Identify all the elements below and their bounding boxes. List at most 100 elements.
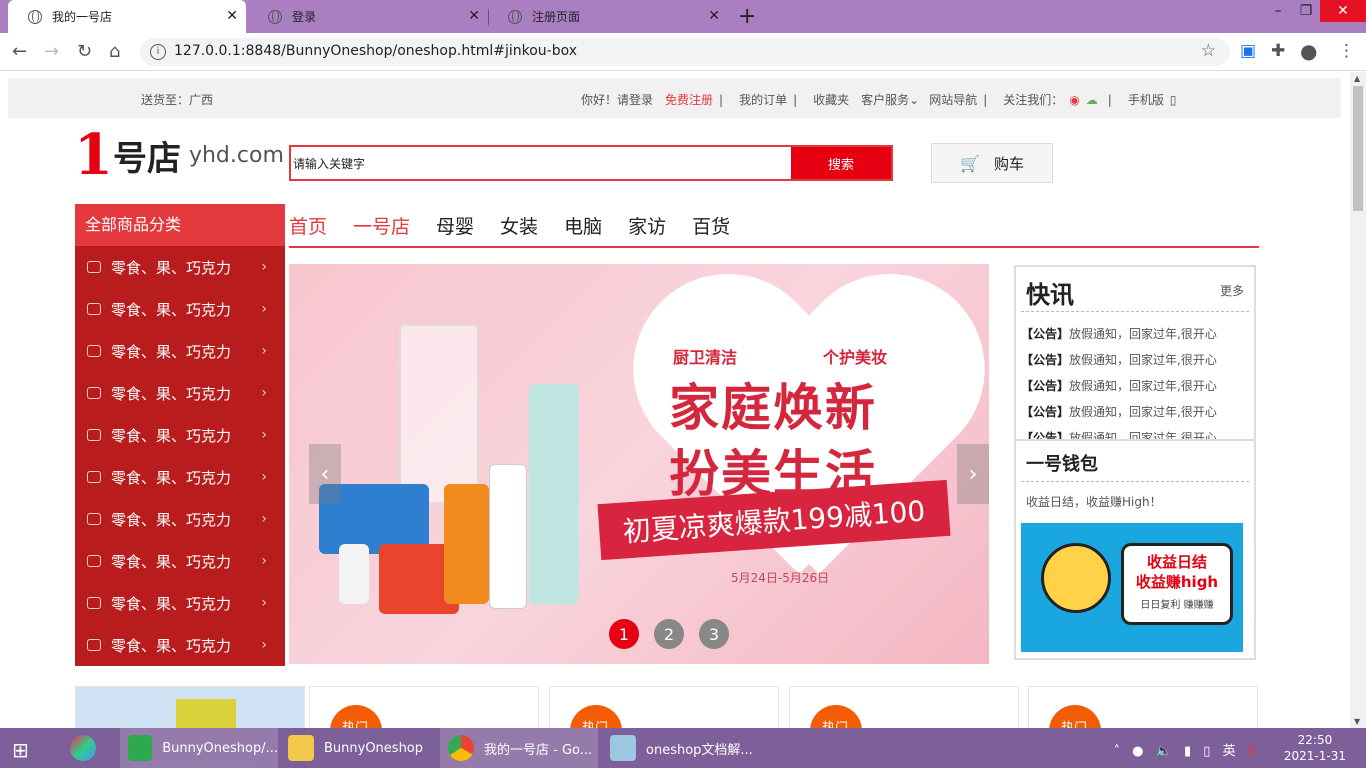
bookmark-star-icon[interactable]: ☆ bbox=[1201, 41, 1216, 61]
close-tab-icon[interactable]: ✕ bbox=[708, 8, 720, 24]
new-tab-button[interactable]: + bbox=[738, 4, 756, 29]
wechat-icon[interactable]: ☁ bbox=[1086, 93, 1098, 107]
forward-icon[interactable]: → bbox=[44, 41, 59, 62]
news-more-link[interactable]: 更多 bbox=[1220, 282, 1244, 299]
taskbar-app[interactable] bbox=[62, 728, 112, 768]
qq-icon[interactable]: ● bbox=[1132, 744, 1143, 759]
nav-home-visit[interactable]: 家访 bbox=[628, 212, 666, 239]
windows-start-icon[interactable]: ⊞ bbox=[12, 738, 29, 762]
scrollbar-thumb[interactable] bbox=[1353, 86, 1363, 211]
page-scrollbar[interactable]: ▲ ▼ bbox=[1350, 72, 1366, 728]
news-item[interactable]: 【公告】放假通知，回家过年,很开心 bbox=[1021, 373, 1251, 399]
taskbar-hbuilder[interactable]: BunnyOneshop/... bbox=[120, 728, 278, 768]
search-button[interactable]: 搜索 bbox=[791, 147, 891, 179]
service-link[interactable]: 客户服务 bbox=[861, 91, 909, 108]
carousel-next-button[interactable]: › bbox=[957, 444, 989, 504]
carousel-prev-button[interactable]: ‹ bbox=[309, 444, 341, 504]
clock-date: 2021-1-31 bbox=[1283, 749, 1346, 763]
category-label: 零食、果、巧克力 bbox=[111, 510, 232, 529]
carousel-dot[interactable]: 3 bbox=[699, 619, 729, 649]
category-item[interactable]: 零食、果、巧克力 › bbox=[75, 246, 285, 288]
profile-icon[interactable]: ● bbox=[1300, 39, 1317, 63]
hbuilder-icon bbox=[128, 735, 153, 761]
scroll-down-icon[interactable]: ▼ bbox=[1354, 717, 1360, 726]
category-item[interactable]: 零食、果、巧克力 › bbox=[75, 582, 285, 624]
network-icon[interactable]: ▮ bbox=[1184, 744, 1191, 759]
carousel-dot[interactable]: 2 bbox=[654, 619, 684, 649]
ship-to[interactable]: 送货至：广西 bbox=[141, 91, 213, 108]
ime-icon[interactable]: ▯ bbox=[1203, 744, 1210, 759]
news-item[interactable]: 【公告】放假通知，回家过年,很开心 bbox=[1021, 425, 1251, 439]
category-item[interactable]: 零食、果、巧克力 › bbox=[75, 414, 285, 456]
news-item[interactable]: 【公告】放假通知，回家过年,很开心 bbox=[1021, 321, 1251, 347]
product-card[interactable]: 热门 bbox=[1028, 686, 1258, 728]
nav-women[interactable]: 女装 bbox=[500, 212, 538, 239]
site-logo[interactable]: 1 号店 yhd.com bbox=[74, 119, 284, 191]
nav-yhd[interactable]: 一号店 bbox=[353, 212, 410, 239]
nav-baby[interactable]: 母婴 bbox=[436, 212, 474, 239]
product-image bbox=[176, 699, 236, 728]
register-link[interactable]: 免费注册 bbox=[665, 91, 713, 108]
tab-my-yhd[interactable]: 我的一号店 ✕ bbox=[8, 0, 246, 33]
nav-home[interactable]: 首页 bbox=[289, 212, 327, 239]
category-item[interactable]: 零食、果、巧克力 › bbox=[75, 498, 285, 540]
wallet-promo-image[interactable]: 收益日结 收益赚high 日日复利 赚赚赚 bbox=[1021, 523, 1243, 652]
address-bar[interactable]: i 127.0.0.1:8848/BunnyOneshop/oneshop.ht… bbox=[140, 38, 1230, 66]
close-window-button[interactable]: ✕ bbox=[1320, 0, 1366, 22]
minimize-button[interactable]: – bbox=[1264, 0, 1292, 22]
category-item[interactable]: 零食、果、巧克力 › bbox=[75, 540, 285, 582]
puzzle-icon[interactable]: ✚ bbox=[1271, 41, 1285, 61]
nav-computer[interactable]: 电脑 bbox=[564, 212, 602, 239]
ime-lang[interactable]: 英 bbox=[1223, 744, 1236, 759]
category-item[interactable]: 零食、果、巧克力 › bbox=[75, 372, 285, 414]
tab-login[interactable]: 登录 ✕ bbox=[248, 0, 488, 33]
category-header[interactable]: 全部商品分类 bbox=[75, 204, 285, 246]
news-item[interactable]: 【公告】放假通知，回家过年,很开心 bbox=[1021, 347, 1251, 373]
chevron-right-icon: › bbox=[261, 469, 267, 485]
product-card[interactable]: 热门 bbox=[309, 686, 539, 728]
banner-carousel[interactable]: 厨卫清洁 个护美妆 家庭焕新 扮美生活 初夏凉爽爆款199减100 5月24日-… bbox=[289, 264, 989, 664]
close-tab-icon[interactable]: ✕ bbox=[468, 8, 480, 24]
search-input[interactable] bbox=[291, 147, 791, 179]
taskbar-folder[interactable]: BunnyOneshop bbox=[280, 728, 438, 768]
restore-button[interactable]: ❐ bbox=[1292, 0, 1320, 22]
wallet-img-line3: 日日复利 赚赚赚 bbox=[1140, 600, 1214, 611]
product-card[interactable]: 热门 bbox=[549, 686, 779, 728]
weibo-icon[interactable]: ◉ bbox=[1069, 93, 1079, 107]
product-card[interactable] bbox=[75, 686, 305, 728]
site-info-icon[interactable]: i bbox=[150, 44, 166, 60]
sogou-icon[interactable]: S bbox=[1248, 744, 1256, 759]
chevron-right-icon: › bbox=[261, 385, 267, 401]
nav-general[interactable]: 百货 bbox=[692, 212, 730, 239]
product-illustration bbox=[319, 324, 589, 614]
category-item[interactable]: 零食、果、巧克力 › bbox=[75, 288, 285, 330]
orders-link[interactable]: 我的订单 bbox=[739, 91, 787, 108]
home-icon[interactable]: ⌂ bbox=[109, 41, 120, 62]
category-item[interactable]: 零食、果、巧克力 › bbox=[75, 624, 285, 666]
mobile-link[interactable]: 手机版 bbox=[1128, 91, 1164, 108]
news-item[interactable]: 【公告】放假通知，回家过年,很开心 bbox=[1021, 399, 1251, 425]
volume-icon[interactable]: 🔈 bbox=[1156, 744, 1172, 759]
tray-up-icon[interactable]: ˄ bbox=[1114, 744, 1121, 759]
tab-register[interactable]: 注册页面 ✕ bbox=[488, 0, 728, 33]
chevron-right-icon: › bbox=[261, 427, 267, 443]
category-item[interactable]: 零食、果、巧克力 › bbox=[75, 456, 285, 498]
extension-icon[interactable]: ▣ bbox=[1240, 41, 1256, 61]
reload-icon[interactable]: ↻ bbox=[77, 41, 92, 62]
system-clock[interactable]: 22:50 2021-1-31 bbox=[1284, 732, 1346, 764]
back-icon[interactable]: ← bbox=[12, 41, 27, 62]
favorites-link[interactable]: 收藏夹 bbox=[813, 91, 849, 108]
topbar-links: 你好！请登录 免费注册 | 我的订单 | 收藏夹 客户服务 ⌄ 网站导航 | 关… bbox=[581, 91, 1341, 108]
taskbar-docs[interactable]: oneshop文档解... bbox=[602, 728, 760, 768]
login-link[interactable]: 你好！请登录 bbox=[581, 91, 653, 108]
taskbar-chrome[interactable]: 我的一号店 - Go... bbox=[440, 728, 598, 768]
product-card[interactable]: 热门 bbox=[789, 686, 1019, 728]
sitenav-link[interactable]: 网站导航 bbox=[929, 91, 977, 108]
wallet-img-line2: 收益赚high bbox=[1135, 573, 1219, 591]
menu-icon[interactable]: ⋮ bbox=[1338, 41, 1355, 61]
category-item[interactable]: 零食、果、巧克力 › bbox=[75, 330, 285, 372]
carousel-dot[interactable]: 1 bbox=[609, 619, 639, 649]
scroll-up-icon[interactable]: ▲ bbox=[1354, 74, 1360, 83]
close-tab-icon[interactable]: ✕ bbox=[226, 8, 238, 24]
cart-button[interactable]: 🛒 购车 bbox=[931, 143, 1053, 183]
